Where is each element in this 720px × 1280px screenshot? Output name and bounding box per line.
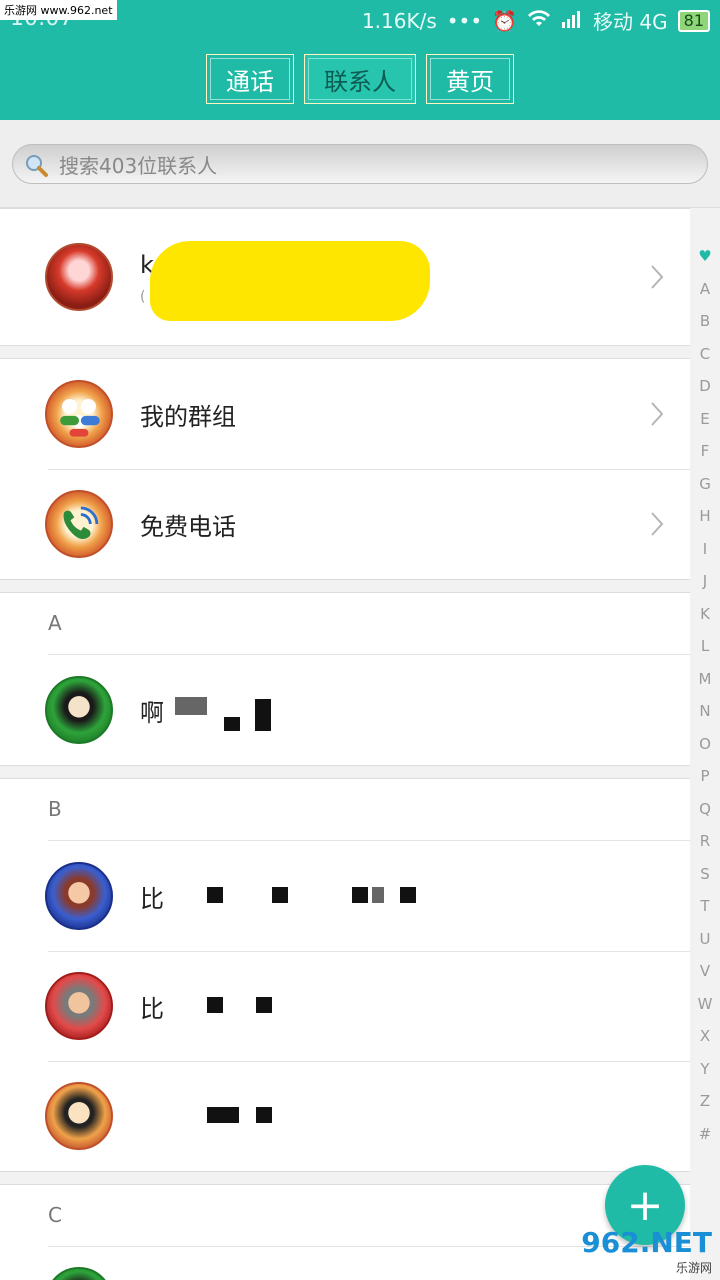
carrier-label: 移动 4G — [593, 10, 668, 34]
index-letter[interactable]: V — [700, 955, 710, 988]
chevron-right-icon — [651, 265, 664, 289]
site-logo: 962.NET 乐游网 — [581, 1226, 712, 1276]
features-block: 我的群组 免费电话 — [0, 358, 690, 580]
index-letter[interactable]: # — [699, 1118, 712, 1151]
redaction-mark — [150, 241, 430, 321]
avatar — [45, 243, 113, 311]
contact-row[interactable]: 比 — [0, 841, 690, 951]
index-letter[interactable]: M — [699, 663, 712, 696]
avatar — [45, 1082, 113, 1150]
search-icon — [26, 155, 48, 177]
index-letter[interactable]: G — [699, 468, 711, 501]
index-letter[interactable]: Y — [700, 1053, 709, 1086]
group-icon — [45, 380, 113, 448]
free-call-row[interactable]: 免费电话 — [0, 469, 690, 579]
logo-main: 962.NET — [581, 1226, 712, 1259]
index-letter[interactable]: U — [700, 923, 711, 956]
my-groups-row[interactable]: 我的群组 — [0, 359, 690, 469]
status-right: 1.16K/s ••• ⏰ 移动 4G 81 — [362, 6, 710, 35]
logo-sub: 乐游网 — [675, 1261, 712, 1275]
index-letter[interactable]: R — [700, 825, 710, 858]
index-letter[interactable]: D — [699, 370, 711, 403]
free-call-icon — [45, 490, 113, 558]
app-header: 10:07 1.16K/s ••• ⏰ 移动 4G 81 乐游网 www.962… — [0, 0, 720, 120]
feature-label: 我的群组 — [140, 402, 236, 431]
section-a-block: A 啊 — [0, 592, 690, 766]
battery-icon: 81 — [677, 9, 710, 32]
index-letter[interactable]: X — [700, 1020, 710, 1053]
section-letter: C — [48, 1203, 62, 1227]
index-letter[interactable]: J — [703, 565, 707, 598]
contact-row[interactable]: 比 — [0, 951, 690, 1061]
favorites-heart-icon[interactable]: ♥ — [698, 240, 711, 273]
contact-name: 啊 — [140, 698, 164, 727]
contacts-list: k ( 我的群组 免费电话 A 啊 B 比 比 C — [0, 208, 690, 1280]
index-letter[interactable]: Z — [700, 1085, 710, 1118]
avatar — [45, 676, 113, 744]
index-letter[interactable]: I — [703, 533, 707, 566]
index-letter[interactable]: K — [700, 598, 710, 631]
section-letter: B — [48, 797, 62, 821]
wifi-icon — [527, 9, 551, 33]
alphabet-index[interactable]: ♥ A B C D E F G H I J K L M N O P Q R S T U V W X Y Z # — [690, 240, 720, 1150]
signal-icon — [561, 9, 583, 33]
index-letter[interactable]: F — [701, 435, 710, 468]
contact-name: 比 — [140, 884, 164, 913]
contact-name: 比 — [140, 994, 164, 1023]
index-letter[interactable]: N — [699, 695, 710, 728]
network-speed: 1.16K/s — [361, 8, 437, 33]
section-letter: A — [48, 611, 62, 635]
section-b-block: B 比 比 — [0, 778, 690, 1172]
avatar — [45, 862, 113, 930]
index-letter[interactable]: Q — [699, 793, 711, 826]
search-input[interactable]: 搜索403位联系人 — [12, 144, 708, 184]
index-letter[interactable]: W — [698, 988, 713, 1021]
alarm-icon: ⏰ — [492, 8, 518, 33]
my-subtitle: ( — [140, 289, 146, 305]
my-card-row[interactable]: k ( — [0, 209, 690, 345]
section-header: A — [0, 593, 690, 655]
index-letter[interactable]: H — [699, 500, 710, 533]
section-header: B — [0, 779, 690, 841]
feature-label: 免费电话 — [140, 512, 236, 541]
tab-calls[interactable]: 通话 — [206, 54, 294, 104]
index-letter[interactable]: O — [699, 728, 711, 761]
index-letter[interactable]: S — [700, 858, 710, 891]
watermark-text: 乐游网 www.962.net — [0, 0, 117, 20]
index-letter[interactable]: T — [700, 890, 709, 923]
index-letter[interactable]: E — [700, 403, 709, 436]
tab-bar: 通话 联系人 黄页 — [206, 54, 514, 104]
tab-yellow-pages[interactable]: 黄页 — [426, 54, 514, 104]
avatar — [45, 972, 113, 1040]
search-placeholder: 搜索403位联系人 — [59, 153, 218, 178]
avatar — [45, 1267, 113, 1280]
contact-row[interactable]: 啊 — [0, 655, 690, 765]
index-letter[interactable]: C — [700, 338, 710, 371]
contact-row[interactable] — [0, 1061, 690, 1171]
my-card-block: k ( — [0, 208, 690, 346]
index-letter[interactable]: P — [700, 760, 709, 793]
tab-contacts[interactable]: 联系人 — [304, 54, 416, 104]
index-letter[interactable]: L — [701, 630, 709, 663]
search-area: 搜索403位联系人 — [0, 120, 720, 208]
index-letter[interactable]: A — [700, 273, 710, 306]
chevron-right-icon — [651, 402, 664, 426]
index-letter[interactable]: B — [700, 305, 710, 338]
more-dots-icon: ••• — [446, 8, 483, 33]
chevron-right-icon — [651, 512, 664, 536]
